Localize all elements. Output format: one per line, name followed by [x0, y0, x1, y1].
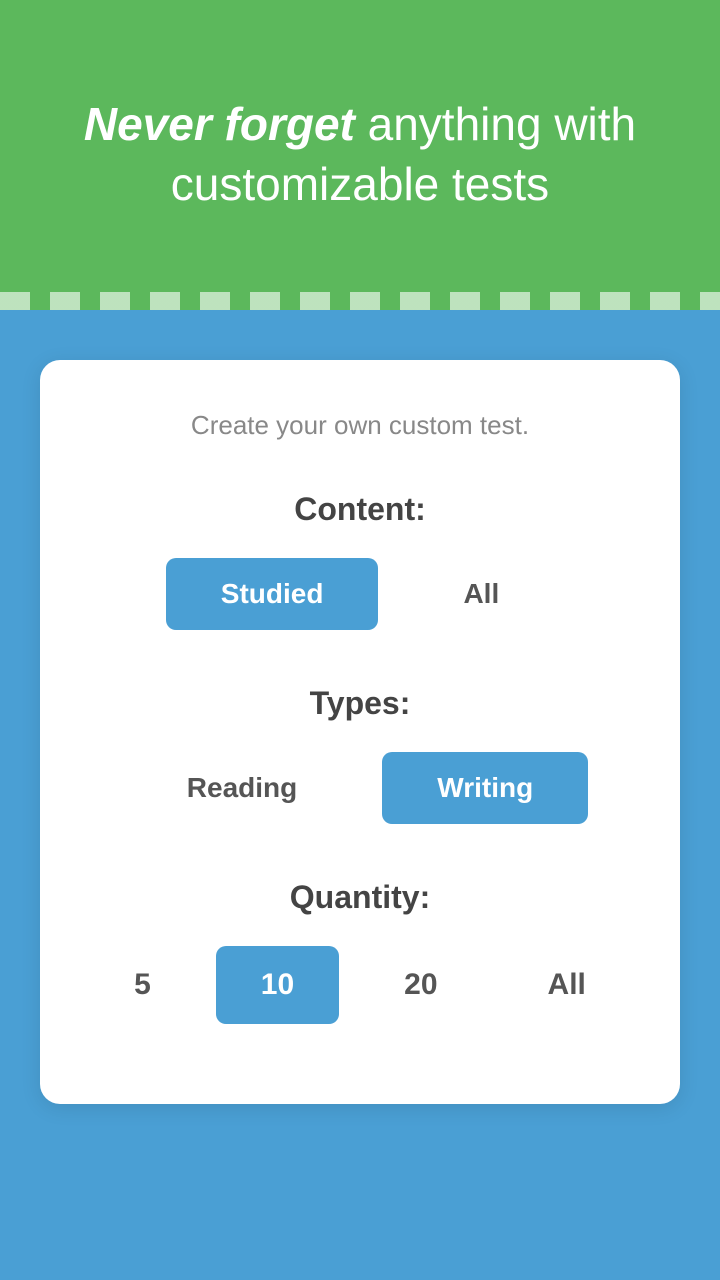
- content-section-title: Content:: [100, 491, 620, 528]
- quantity-button-group: 5 10 20 All: [100, 946, 620, 1024]
- quantity-section-title: Quantity:: [100, 879, 620, 916]
- types-writing-button[interactable]: Writing: [382, 752, 588, 824]
- custom-test-card: Create your own custom test. Content: St…: [40, 360, 680, 1104]
- header-section: Never forget anything with customizable …: [0, 0, 720, 310]
- content-all-button[interactable]: All: [408, 558, 554, 630]
- content-button-group: Studied All: [100, 558, 620, 630]
- quantity-10-button[interactable]: 10: [216, 946, 339, 1024]
- types-button-group: Reading Writing: [100, 752, 620, 824]
- header-title: Never forget anything with customizable …: [60, 95, 660, 215]
- quantity-20-button[interactable]: 20: [359, 946, 482, 1024]
- types-reading-button[interactable]: Reading: [132, 752, 352, 824]
- header-bold: Never forget: [84, 98, 355, 150]
- dashed-divider: [0, 292, 720, 310]
- card-subtitle: Create your own custom test.: [100, 410, 620, 441]
- quantity-all-button[interactable]: All: [503, 946, 631, 1024]
- blue-background: Create your own custom test. Content: St…: [0, 310, 720, 1280]
- quantity-5-button[interactable]: 5: [89, 946, 196, 1024]
- content-studied-button[interactable]: Studied: [166, 558, 379, 630]
- types-section-title: Types:: [100, 685, 620, 722]
